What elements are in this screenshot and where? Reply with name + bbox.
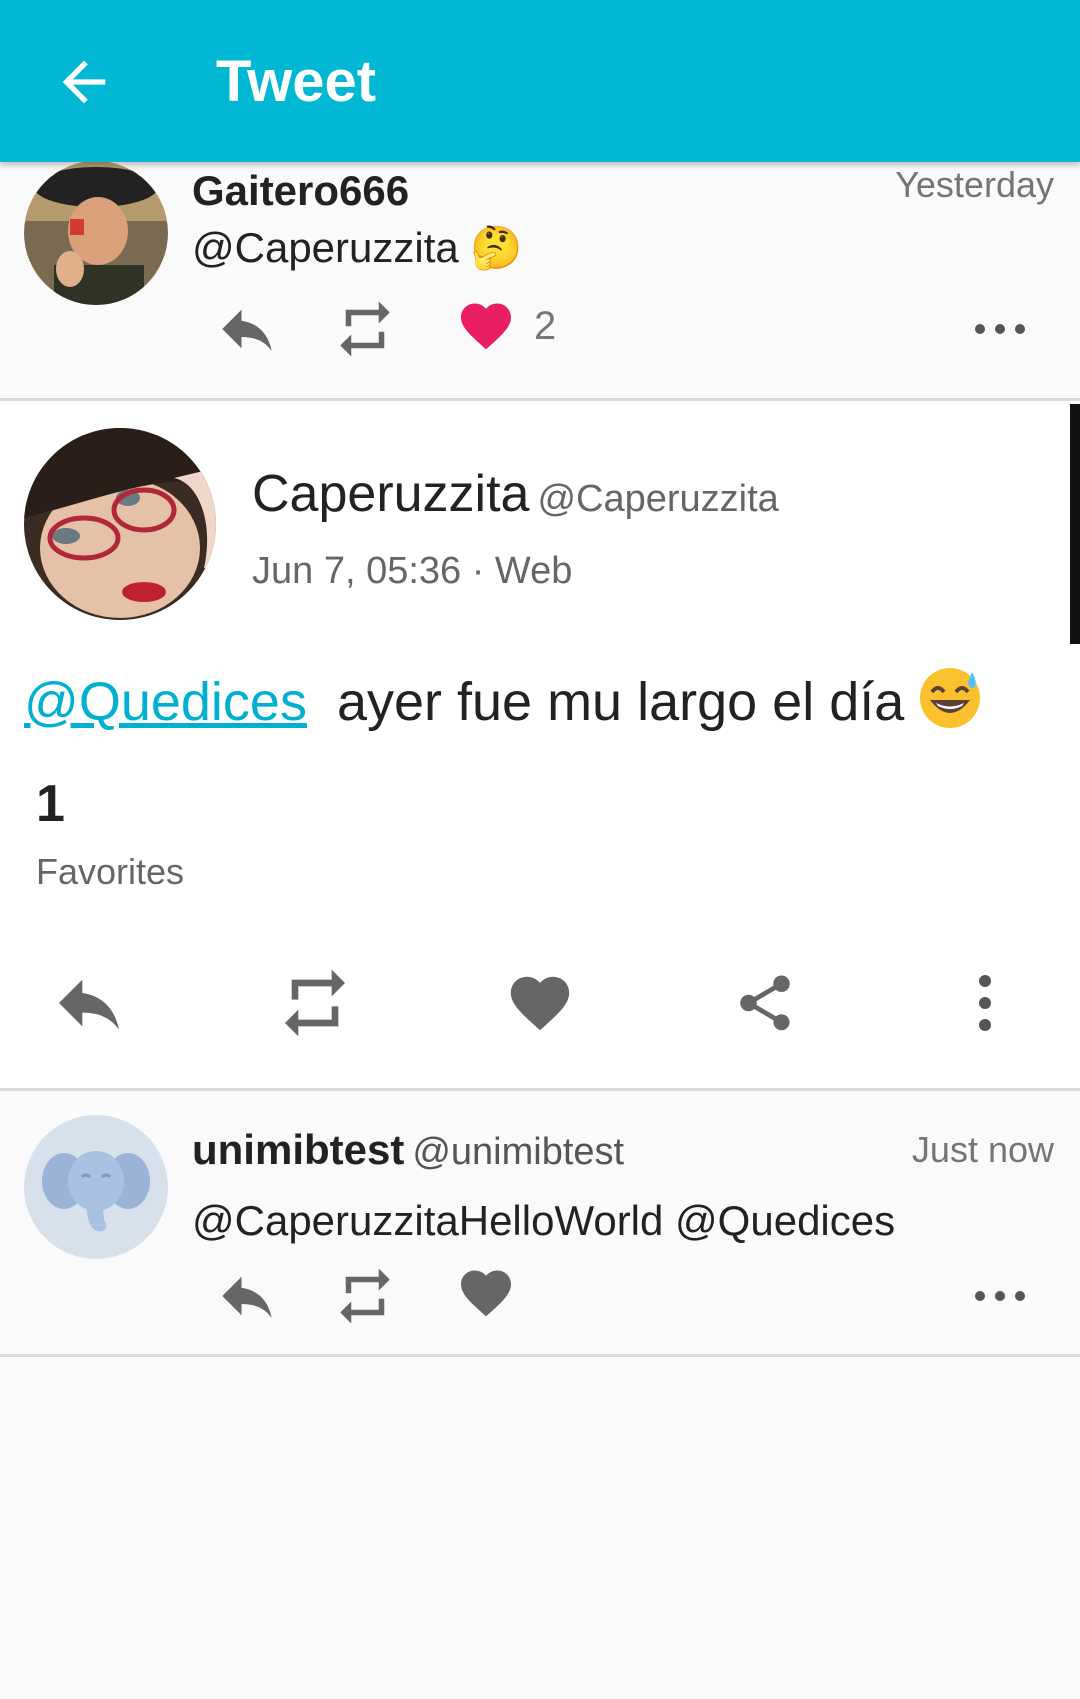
- author-display-name[interactable]: Caperuzzita: [252, 465, 529, 523]
- more-options-button[interactable]: [970, 1263, 1030, 1329]
- author-name[interactable]: Caperuzzita @Caperuzzita: [252, 464, 779, 529]
- heart-icon: [461, 1270, 511, 1317]
- retweet-button[interactable]: [270, 958, 360, 1048]
- avatar[interactable]: [24, 1115, 168, 1259]
- like-button[interactable]: [495, 958, 585, 1048]
- tweet-text: @CaperuzzitaHelloWorld @Quedices: [192, 1197, 896, 1244]
- reply-icon: [222, 1276, 272, 1318]
- more-options-button[interactable]: [940, 958, 1030, 1048]
- scrollbar[interactable]: [1070, 404, 1080, 644]
- retweet-icon: [285, 969, 345, 1037]
- tweet-meta: Jun 7, 05:36 · Web: [252, 550, 573, 592]
- more-vertical-icon: [979, 975, 991, 1031]
- author-handle[interactable]: @Caperuzzita: [537, 478, 778, 520]
- arrow-back-icon[interactable]: [52, 50, 116, 114]
- author-name[interactable]: Gaitero666: [192, 166, 409, 216]
- reply-icon: [59, 979, 119, 1030]
- tweet-text: ayer fue mu largo el día: [336, 672, 905, 732]
- mention-link[interactable]: @Quedices: [24, 672, 307, 732]
- retweet-icon: [340, 301, 390, 357]
- more-options-button[interactable]: [970, 296, 1030, 362]
- app-bar: Tweet: [0, 0, 1080, 162]
- tweet-action-bar: [0, 958, 1080, 1048]
- share-icon: [740, 975, 790, 1031]
- avatar[interactable]: [24, 161, 168, 305]
- tweet-body: @Quedices ayer fue mu largo el día: [24, 666, 982, 746]
- more-horizontal-icon: [975, 324, 1025, 334]
- main-tweet: Caperuzzita @Caperuzzita Jun 7, 05:36 · W…: [0, 404, 1080, 1088]
- page-title: Tweet: [216, 49, 377, 114]
- reply-button[interactable]: [44, 958, 134, 1048]
- author-display-name[interactable]: unimibtest: [192, 1126, 404, 1173]
- like-button[interactable]: [456, 1263, 516, 1323]
- favorites-label[interactable]: Favorites: [36, 850, 184, 894]
- reply-tweet-gaitero666[interactable]: Gaitero666 Yesterday @Caperuzzita 🤔 2: [0, 161, 1080, 401]
- reply-button[interactable]: [214, 1263, 280, 1329]
- retweet-button[interactable]: [332, 296, 398, 362]
- like-count: 2: [534, 303, 557, 348]
- reply-icon: [222, 309, 272, 351]
- author-name[interactable]: unimibtest @unimibtest: [192, 1125, 624, 1177]
- favorites-count[interactable]: 1: [36, 774, 65, 834]
- timestamp: Yesterday: [895, 164, 1054, 205]
- avatar[interactable]: [24, 428, 216, 620]
- heart-icon: [510, 976, 570, 1031]
- share-button[interactable]: [720, 958, 810, 1048]
- sweat-smile-emoji-icon: [918, 666, 982, 746]
- author-handle[interactable]: @unimibtest: [412, 1131, 624, 1173]
- retweet-button[interactable]: [332, 1263, 398, 1329]
- more-horizontal-icon: [975, 1291, 1025, 1301]
- reply-button[interactable]: [214, 296, 280, 362]
- timestamp: Just now: [911, 1129, 1054, 1170]
- reply-tweet-unimibtest[interactable]: unimibtest @unimibtest Just now @Caperuzz…: [0, 1088, 1080, 1357]
- tweet-text: @Caperuzzita 🤔: [192, 224, 523, 271]
- retweet-icon: [340, 1268, 390, 1324]
- like-button[interactable]: 2: [456, 296, 556, 356]
- heart-icon: [461, 303, 511, 350]
